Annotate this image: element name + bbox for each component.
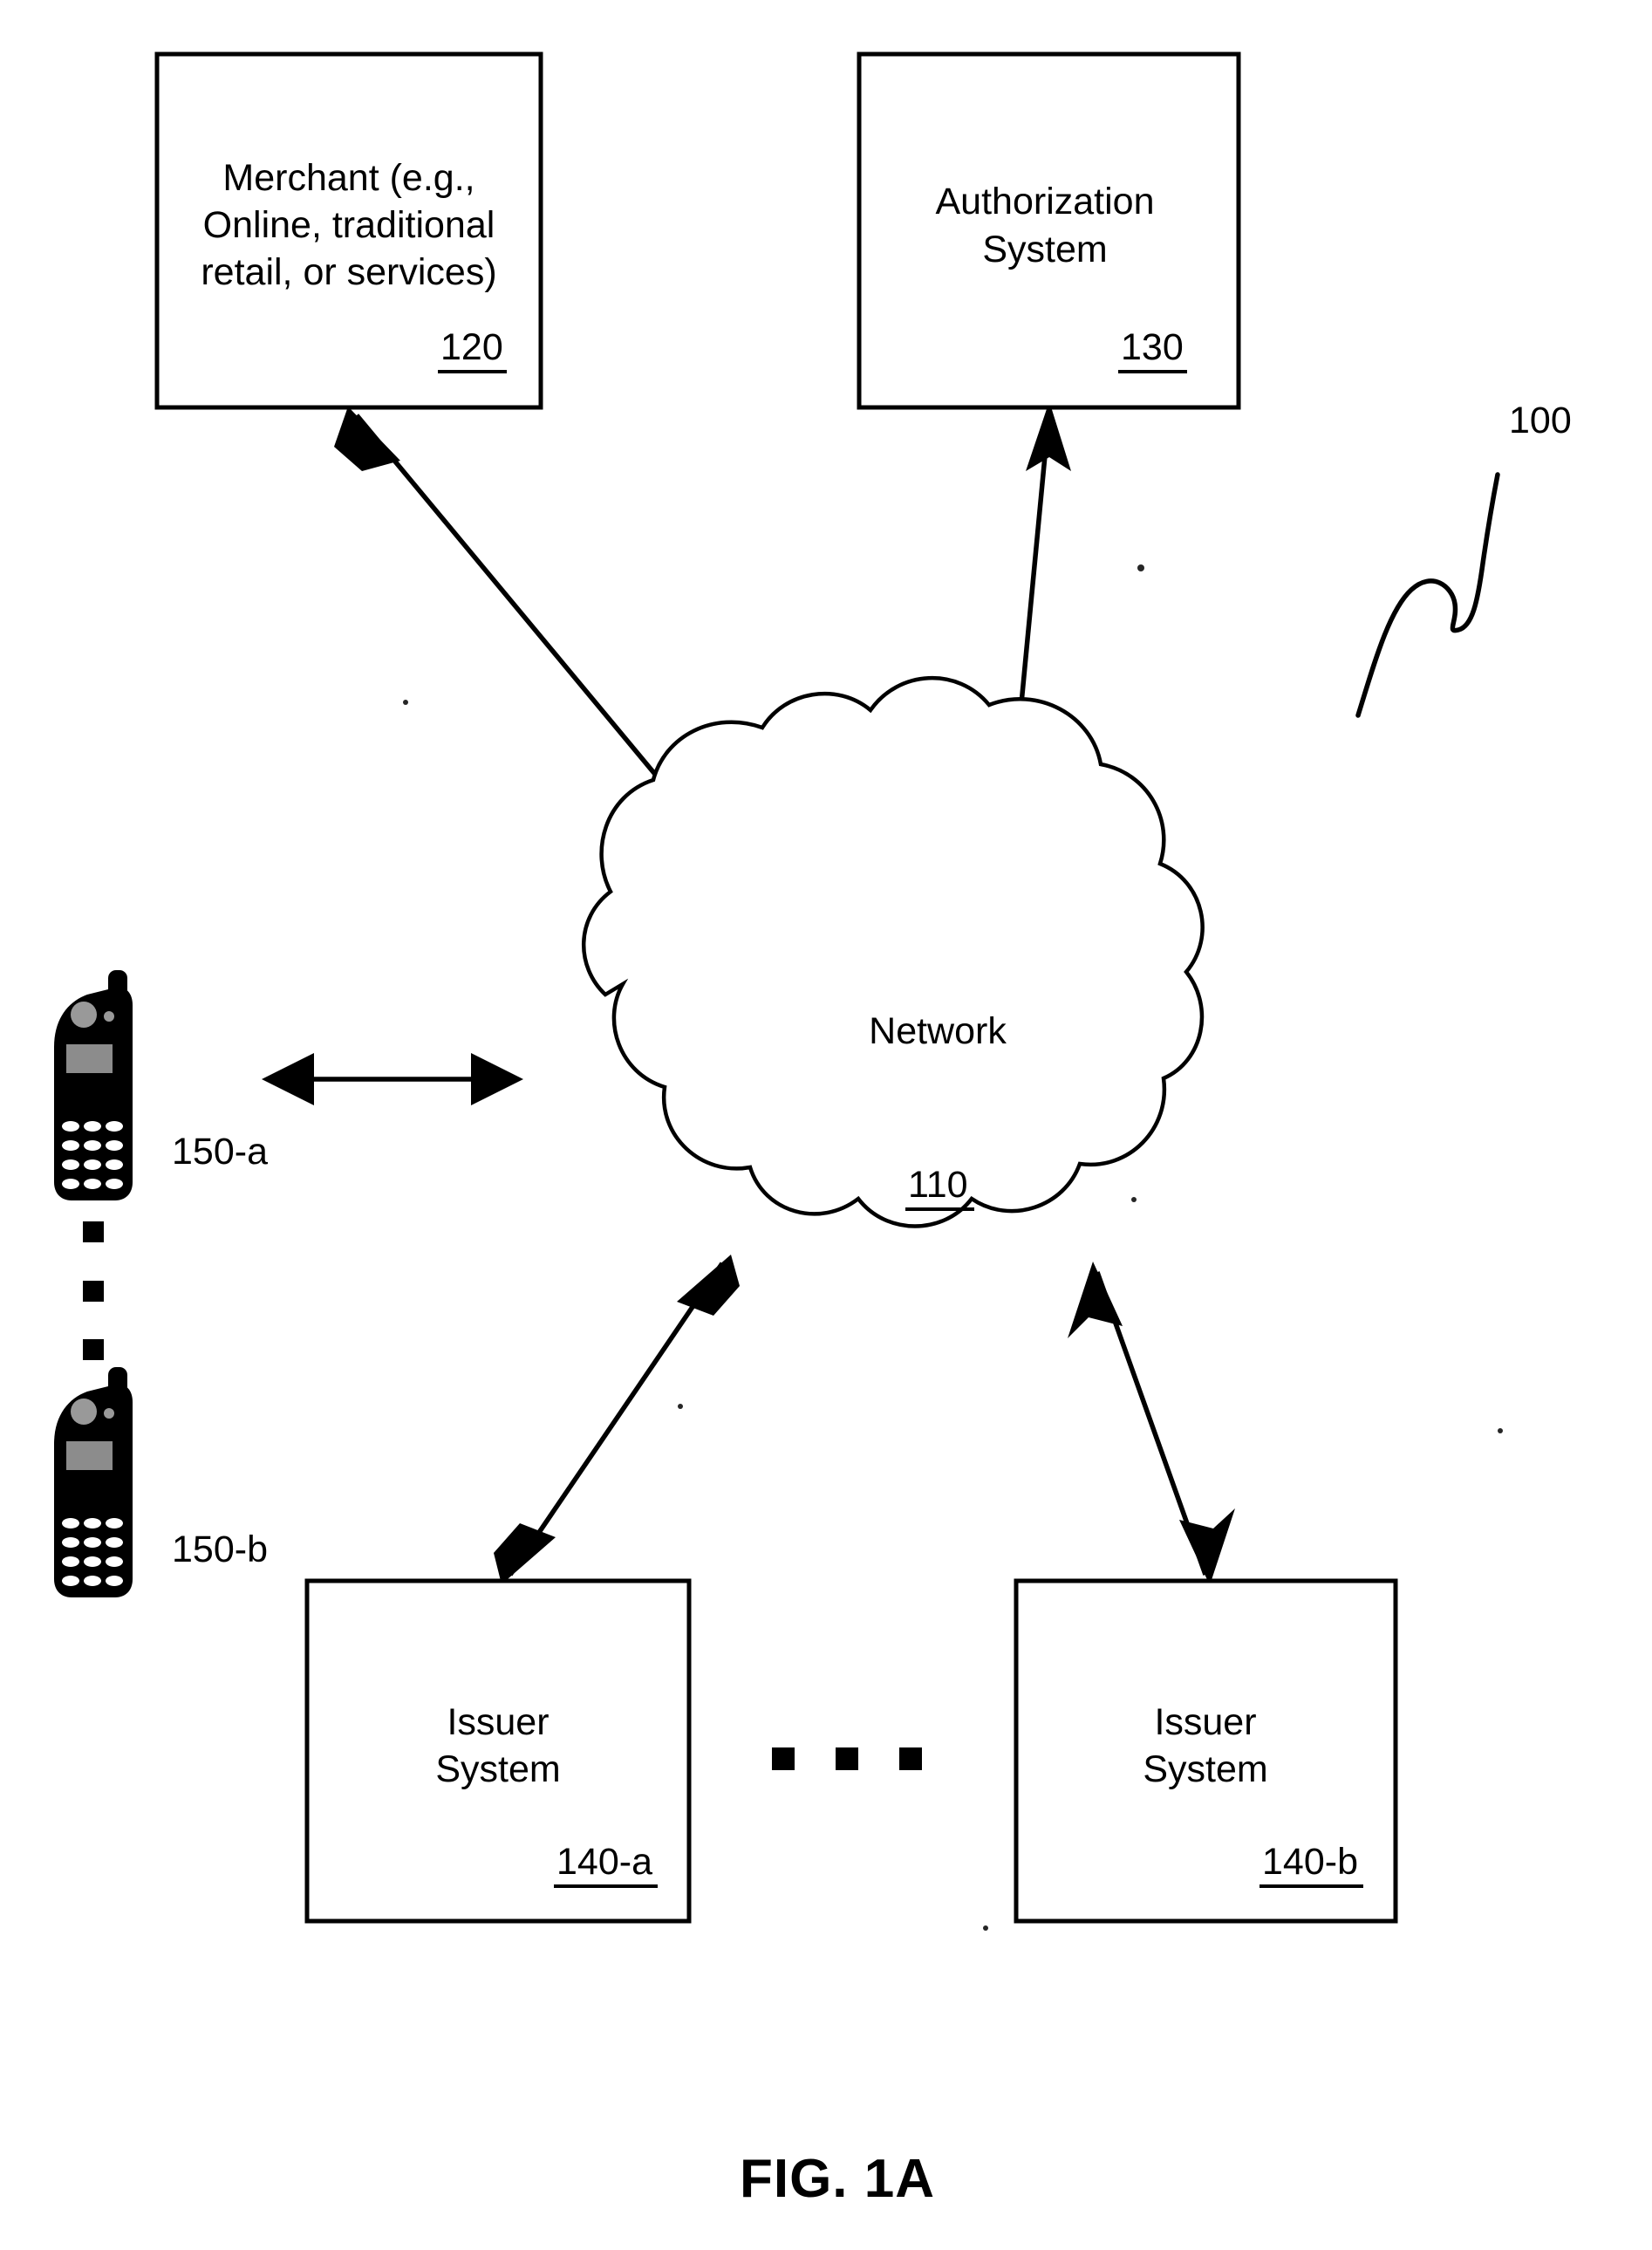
issuer-a-label-line-2: System [435,1748,560,1790]
issuer-b-ref: 140-b [1262,1841,1358,1883]
issuer-a-box-group[interactable]: Issuer System 140-a [304,1578,692,1924]
issuer-b-label-line-2: System [1143,1748,1267,1790]
merchant-label-line-1: Merchant (e.g., [222,157,474,199]
merchant-label-line-3: retail, or services) [201,251,496,293]
merchant-box-group[interactable]: Merchant (e.g., Online, traditional reta… [154,51,543,410]
authorization-label-line-1: Authorization [936,181,1155,222]
issuer-a-label-line-1: Issuer [447,1701,549,1743]
issuer-a-ref: 140-a [556,1841,652,1883]
mobile-to-network-connector [262,1053,523,1105]
mobile-device-a-ref: 150-a [172,1131,268,1173]
patent-figure-1a: Network 110 Merchant (e.g., Online, trad… [0,0,1652,2250]
mobile-device-b-ref: 150-b [172,1528,268,1570]
system-ref-100: 100 [1509,400,1572,441]
diagram-canvas: Network 110 Merchant (e.g., Online, trad… [54,51,1572,2209]
network-to-issuer-a-connector [494,1255,740,1584]
authorization-box-group[interactable]: Authorization System 130 [857,51,1241,410]
horizontal-ellipsis-issuers [772,1747,922,1770]
network-cloud-group: Network 110 [581,676,1205,1228]
network-label: Network [869,1010,1007,1052]
authorization-ref: 130 [1121,326,1184,368]
figure-caption: FIG. 1A [740,2149,935,2209]
mobile-device-a-group[interactable]: 150-a [54,970,268,1200]
system-ref-leader: 100 [1355,400,1572,718]
network-to-issuer-b-connector [1068,1262,1235,1585]
vertical-ellipsis-devices [83,1221,104,1360]
network-ref: 110 [908,1164,968,1206]
merchant-ref: 120 [440,326,503,368]
issuer-b-label-line-1: Issuer [1154,1701,1256,1743]
authorization-label-line-2: System [982,229,1107,270]
mobile-device-b-group[interactable]: 150-b [54,1367,268,1597]
issuer-b-box-group[interactable]: Issuer System 140-b [1014,1578,1398,1924]
merchant-label-line-2: Online, traditional [203,204,495,246]
